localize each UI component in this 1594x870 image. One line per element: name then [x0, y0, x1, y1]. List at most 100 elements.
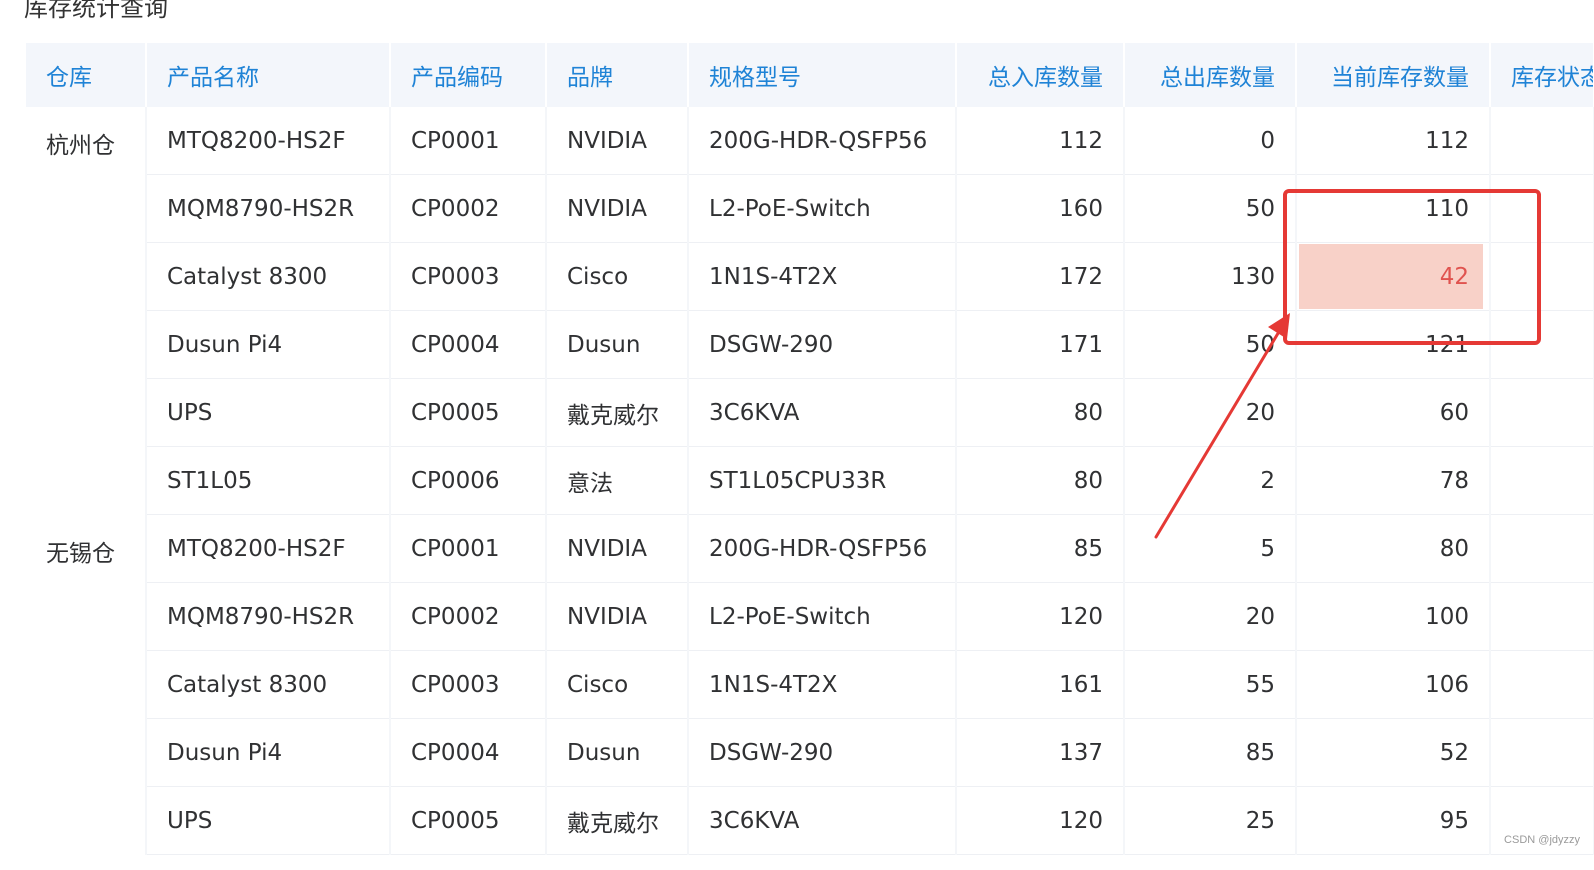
- cell-product-name: ST1L05: [146, 446, 391, 515]
- column-header-warehouse[interactable]: 仓库: [26, 43, 147, 107]
- cell-stock-status: [1490, 378, 1594, 447]
- cell-current-stock: 100: [1296, 582, 1491, 651]
- cell-product-name: Catalyst 8300: [146, 650, 391, 719]
- cell-spec: L2-PoE-Switch: [688, 174, 957, 243]
- cell-product-code: CP0001: [390, 107, 547, 175]
- cell-total-in: 80: [956, 446, 1125, 515]
- cell-spec: DSGW-290: [688, 718, 957, 787]
- column-header-current-stock[interactable]: 当前库存数量: [1296, 43, 1491, 107]
- column-header-stock-status[interactable]: 库存状态: [1490, 43, 1594, 107]
- cell-total-out: 0: [1124, 107, 1297, 175]
- cell-total-in: 171: [956, 310, 1125, 379]
- cell-product-code: CP0005: [390, 378, 547, 447]
- column-header-total-in[interactable]: 总入库数量: [956, 43, 1125, 107]
- cell-spec: ST1L05CPU33R: [688, 446, 957, 515]
- cell-current-stock: 112: [1296, 107, 1491, 175]
- cell-product-code: CP0002: [390, 582, 547, 651]
- cell-product-code: CP0004: [390, 310, 547, 379]
- cell-spec: 1N1S-4T2X: [688, 242, 957, 311]
- cell-current-stock: 110: [1296, 174, 1491, 243]
- cell-total-out: 85: [1124, 718, 1297, 787]
- table-header: 仓库 产品名称 产品编码 品牌 规格型号 总入库数量 总出库数量 当前库存数量 …: [26, 43, 1594, 107]
- cell-brand: Dusun: [546, 718, 689, 787]
- cell-total-out: 50: [1124, 310, 1297, 379]
- cell-current-stock: 78: [1296, 446, 1491, 515]
- table-row[interactable]: 无锡仓 MTQ8200-HS2F CP0001 NVIDIA 200G-HDR-QSFP…: [26, 514, 1594, 855]
- cell-brand: Cisco: [546, 650, 689, 719]
- cell-total-out: 20: [1124, 582, 1297, 651]
- cell-total-in: 161: [956, 650, 1125, 719]
- cell-brand: 戴克威尔: [546, 786, 689, 855]
- cell-product-name: MTQ8200-HS2F: [146, 514, 391, 583]
- cell-warehouse: 无锡仓: [26, 514, 147, 855]
- column-header-brand[interactable]: 品牌: [546, 43, 689, 107]
- table-row[interactable]: UPS CP0005 戴克威尔 3C6KVA 80 20 60: [26, 378, 1594, 447]
- column-header-total-out[interactable]: 总出库数量: [1124, 43, 1297, 107]
- cell-current-stock: 95: [1296, 786, 1491, 855]
- table-row[interactable]: MQM8790-HS2R CP0002 NVIDIA L2-PoE-Switch 120…: [26, 582, 1594, 651]
- table-row[interactable]: Catalyst 8300 CP0003 Cisco 1N1S-4T2X 161 55 10…: [26, 650, 1594, 719]
- table-row[interactable]: Dusun Pi4 CP0004 Dusun DSGW-290 171 50 121: [26, 310, 1594, 379]
- cell-current-stock: 121: [1296, 310, 1491, 379]
- cell-spec: DSGW-290: [688, 310, 957, 379]
- cell-total-out: 55: [1124, 650, 1297, 719]
- cell-stock-status: [1490, 107, 1594, 175]
- cell-total-in: 85: [956, 514, 1125, 583]
- cell-stock-status: [1490, 242, 1594, 311]
- table-row[interactable]: ST1L05 CP0006 意法 ST1L05CPU33R 80 2 78: [26, 446, 1594, 515]
- cell-product-name: MQM8790-HS2R: [146, 174, 391, 243]
- table-row[interactable]: Catalyst 8300 CP0003 Cisco 1N1S-4T2X 172 130 4…: [26, 242, 1594, 311]
- cell-current-stock-low-alert: 42: [1296, 242, 1491, 311]
- cell-total-in: 112: [956, 107, 1125, 175]
- column-header-product-code[interactable]: 产品编码: [390, 43, 547, 107]
- cell-brand: 戴克威尔: [546, 378, 689, 447]
- cell-product-code: CP0006: [390, 446, 547, 515]
- cell-product-code: CP0004: [390, 718, 547, 787]
- cell-spec: 200G-HDR-QSFP56: [688, 514, 957, 583]
- cell-brand: NVIDIA: [546, 174, 689, 243]
- column-header-product-name[interactable]: 产品名称: [146, 43, 391, 107]
- cell-total-in: 137: [956, 718, 1125, 787]
- inventory-table-container: 仓库 产品名称 产品编码 品牌 规格型号 总入库数量 总出库数量 当前库存数量 …: [26, 43, 1594, 855]
- cell-spec: 3C6KVA: [688, 786, 957, 855]
- cell-warehouse: 杭州仓: [26, 107, 147, 515]
- cell-product-name: UPS: [146, 378, 391, 447]
- cell-total-in: 160: [956, 174, 1125, 243]
- cell-product-name: Dusun Pi4: [146, 718, 391, 787]
- cell-brand: Cisco: [546, 242, 689, 311]
- table-row[interactable]: UPS CP0005 戴克威尔 3C6KVA 120 25 95: [26, 786, 1594, 855]
- column-header-spec[interactable]: 规格型号: [688, 43, 957, 107]
- table-row[interactable]: MQM8790-HS2R CP0002 NVIDIA L2-PoE-Switch 160…: [26, 174, 1594, 243]
- cell-product-name: Catalyst 8300: [146, 242, 391, 311]
- cell-product-code: CP0001: [390, 514, 547, 583]
- cell-total-out: 2: [1124, 446, 1297, 515]
- table-body: 杭州仓 MTQ8200-HS2F CP0001 NVIDIA 200G-HDR-QSFP…: [26, 107, 1594, 855]
- cell-total-out: 130: [1124, 242, 1297, 311]
- cell-total-in: 80: [956, 378, 1125, 447]
- cell-current-stock: 80: [1296, 514, 1491, 583]
- cell-total-in: 172: [956, 242, 1125, 311]
- cell-total-in: 120: [956, 582, 1125, 651]
- cell-brand: 意法: [546, 446, 689, 515]
- cell-brand: NVIDIA: [546, 514, 689, 583]
- watermark: CSDN @jdyzzy: [1504, 834, 1580, 846]
- cell-stock-status: [1490, 718, 1594, 787]
- cell-stock-status: [1490, 174, 1594, 243]
- cell-spec: 1N1S-4T2X: [688, 650, 957, 719]
- cell-product-code: CP0005: [390, 786, 547, 855]
- cell-spec: 3C6KVA: [688, 378, 957, 447]
- cell-total-in: 120: [956, 786, 1125, 855]
- cell-total-out: 20: [1124, 378, 1297, 447]
- cell-brand: NVIDIA: [546, 107, 689, 175]
- table-row[interactable]: 杭州仓 MTQ8200-HS2F CP0001 NVIDIA 200G-HDR-QSFP…: [26, 107, 1594, 515]
- cell-total-out: 25: [1124, 786, 1297, 855]
- inventory-table: 仓库 产品名称 产品编码 品牌 规格型号 总入库数量 总出库数量 当前库存数量 …: [26, 43, 1594, 855]
- cell-spec: L2-PoE-Switch: [688, 582, 957, 651]
- cell-product-name: MTQ8200-HS2F: [146, 107, 391, 175]
- cell-product-code: CP0003: [390, 650, 547, 719]
- low-stock-value: 42: [1439, 263, 1469, 290]
- cell-current-stock: 60: [1296, 378, 1491, 447]
- table-row[interactable]: Dusun Pi4 CP0004 Dusun DSGW-290 137 85 52: [26, 718, 1594, 787]
- cell-stock-status: [1490, 650, 1594, 719]
- cell-total-out: 50: [1124, 174, 1297, 243]
